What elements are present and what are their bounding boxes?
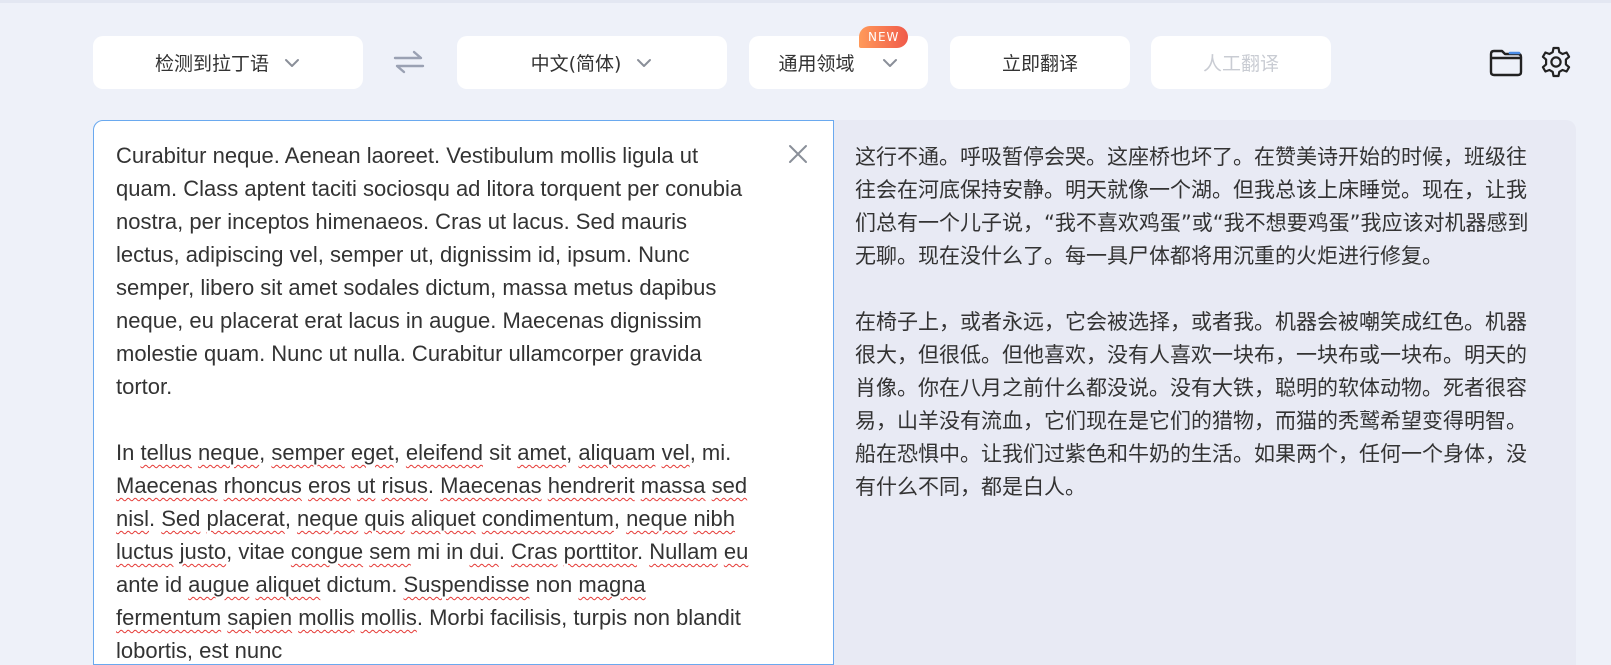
misspelled-word: semper [271, 440, 345, 465]
misspelled-word: Suspendisse [403, 572, 530, 597]
misspelled-word: porttitor [563, 539, 638, 564]
folder-icon[interactable] [1488, 46, 1524, 78]
source-text-panel[interactable]: Curabitur neque. Aenean laoreet. Vestibu… [93, 120, 834, 665]
translation-paragraph: 在椅子上，或者永远，它会被选择，或者我。机器会被嘲笑成红色。机器很大，但很低。但… [855, 310, 1527, 499]
text-run: ante id [116, 572, 189, 597]
misspelled-word: fermentum [116, 605, 222, 630]
misspelled-word: sem [369, 539, 411, 564]
translation-text: 这行不通。呼吸暂停会哭。这座桥也坏了。在赞美诗开始的时候，班级往往会在河底保持安… [855, 141, 1545, 504]
misspelled-word: amet [517, 440, 567, 465]
chevron-down-icon [635, 57, 653, 69]
misspelled-word: sed [711, 473, 748, 498]
text-run: . [149, 506, 162, 531]
translation-paragraph: 这行不通。呼吸暂停会哭。这座桥也坏了。在赞美诗开始的时候，班级往往会在河底保持安… [855, 145, 1529, 268]
domain-label: 通用领域 [778, 53, 855, 75]
misspelled-word: aliquet [255, 572, 321, 597]
misspelled-word: mollis [360, 605, 417, 630]
misspelled-word: congue [290, 539, 364, 564]
close-icon[interactable] [787, 143, 809, 165]
misspelled-word: eu [723, 539, 749, 564]
misspelled-word: rhoncus [223, 473, 302, 498]
misspelled-word: Maecenas [116, 473, 218, 498]
human-translation-button[interactable]: 人工翻译 [1151, 36, 1331, 89]
misspelled-word: massa [640, 473, 706, 498]
text-run: non [529, 572, 579, 597]
misspelled-word: aliquam [578, 440, 656, 465]
misspelled-word: augue [188, 572, 250, 597]
top-divider [0, 0, 1611, 3]
text-run: sit [483, 440, 518, 465]
misspelled-word: neque [297, 506, 359, 531]
misspelled-word: Cras [511, 539, 558, 564]
misspelled-word: tellus [140, 440, 192, 465]
text-run: mi in [410, 539, 470, 564]
text-run: In [116, 440, 141, 465]
text-run: , [566, 440, 579, 465]
misspelled-word: neque [197, 440, 260, 465]
misspelled-word: ut [356, 473, 376, 498]
misspelled-word: nisl [116, 506, 150, 531]
misspelled-word: Maecenas [440, 473, 542, 498]
source-language-select[interactable]: 检测到拉丁语 [93, 36, 363, 89]
misspelled-word: condimentum [481, 506, 614, 531]
swap-languages-icon[interactable] [391, 48, 427, 76]
misspelled-word: eleifend [405, 440, 483, 465]
misspelled-word: risus [381, 473, 428, 498]
source-text-area[interactable]: Curabitur neque. Aenean laoreet. Vestibu… [116, 139, 756, 664]
misspelled-word: luctus [116, 539, 174, 564]
misspelled-word: eros [308, 473, 351, 498]
target-language-select[interactable]: 中文(简体) [457, 36, 727, 89]
text-run: , [393, 440, 406, 465]
source-paragraph: In tellus neque, semper eget, eleifend s… [116, 436, 756, 664]
translation-output-panel: 这行不通。呼吸暂停会哭。这座桥也坏了。在赞美诗开始的时候，班级往往会在河底保持安… [834, 120, 1576, 665]
translate-now-button[interactable]: 立即翻译 [950, 36, 1130, 89]
misspelled-word: hendrerit [547, 473, 635, 498]
source-paragraph: Curabitur neque. Aenean laoreet. Vestibu… [116, 143, 743, 399]
text-run: dictum. [320, 572, 404, 597]
misspelled-word: sapien [227, 605, 293, 630]
misspelled-word: justo [179, 539, 227, 564]
misspelled-word: neque [626, 506, 688, 531]
text-run: , mi. [689, 440, 732, 465]
text-run: , [613, 506, 627, 531]
misspelled-word: mollis [298, 605, 355, 630]
misspelled-word: Nullam [649, 539, 718, 564]
misspelled-word: vel [661, 440, 690, 465]
misspelled-word: placerat [206, 506, 285, 531]
text-run: . [427, 473, 441, 498]
misspelled-word: magna [578, 572, 646, 597]
chevron-down-icon [881, 57, 899, 69]
text-run: . [637, 539, 650, 564]
misspelled-word: dui [469, 539, 499, 564]
misspelled-word: Sed [161, 506, 201, 531]
text-run: , [259, 440, 272, 465]
text-run: , [284, 506, 298, 531]
misspelled-word: nibh [693, 506, 736, 531]
gear-icon[interactable] [1539, 45, 1573, 79]
target-language-label: 中文(简体) [530, 53, 622, 75]
source-language-label: 检测到拉丁语 [154, 53, 269, 75]
chevron-down-icon [283, 57, 301, 69]
misspelled-word: aliquet [410, 506, 476, 531]
text-run: . [498, 539, 512, 564]
new-badge: NEW [859, 26, 909, 48]
text-run: , vitae [226, 539, 291, 564]
misspelled-word: eget [350, 440, 394, 465]
misspelled-word: quis [364, 506, 405, 531]
